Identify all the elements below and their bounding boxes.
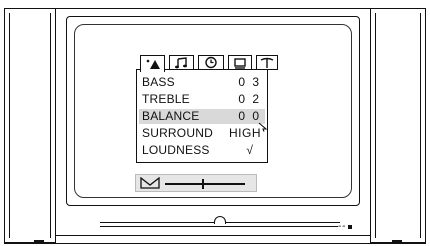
left-foot [34,240,44,244]
sound-icon [174,56,187,68]
left-speaker [4,8,56,243]
volume-slider-track[interactable] [165,183,245,185]
menu-row-value: HIGH [229,126,261,140]
picture-icon [146,59,160,69]
indicator-dashes: - - [338,221,346,232]
tab-sound[interactable] [169,55,194,70]
power-button[interactable] [214,216,226,224]
tab-picture[interactable] [140,55,165,72]
tab-screen[interactable] [228,55,252,70]
menu-row-loudness[interactable]: LOUDNESS √ [139,143,265,158]
tab-timer[interactable] [198,55,224,70]
menu-row-balance[interactable]: BALANCE 0 0 [139,109,265,124]
menu-row-treble[interactable]: TREBLE 0 2 [139,92,265,107]
menu-row-label: TREBLE [142,92,190,106]
menu-row-label: SURROUND [142,126,213,140]
right-speaker [370,8,426,243]
right-foot [392,240,402,244]
pointer-cursor-icon [258,122,268,132]
speaker-mute-icon [140,177,160,189]
screen-icon [234,57,246,69]
menu-row-surround[interactable]: SURROUND HIGH [139,126,265,141]
volume-slider-knob[interactable] [202,179,204,189]
sound-menu-panel: BASS 0 3 TREBLE 0 2 BALANCE 0 0 SURROUND… [136,69,268,163]
menu-row-bass[interactable]: BASS 0 3 [139,75,265,90]
menu-row-label: BASS [142,75,175,89]
antenna-icon [260,57,274,68]
checkmark-icon: √ [246,143,255,157]
menu-row-label: BALANCE [142,109,200,123]
menu-row-value: 0 2 [238,92,261,106]
menu-row-label: LOUDNESS [142,143,210,157]
clock-icon [205,56,217,69]
control-strip-lower [100,226,338,228]
menu-row-value: 0 3 [238,75,261,89]
tab-setup[interactable] [256,55,278,70]
standby-led [348,225,352,229]
